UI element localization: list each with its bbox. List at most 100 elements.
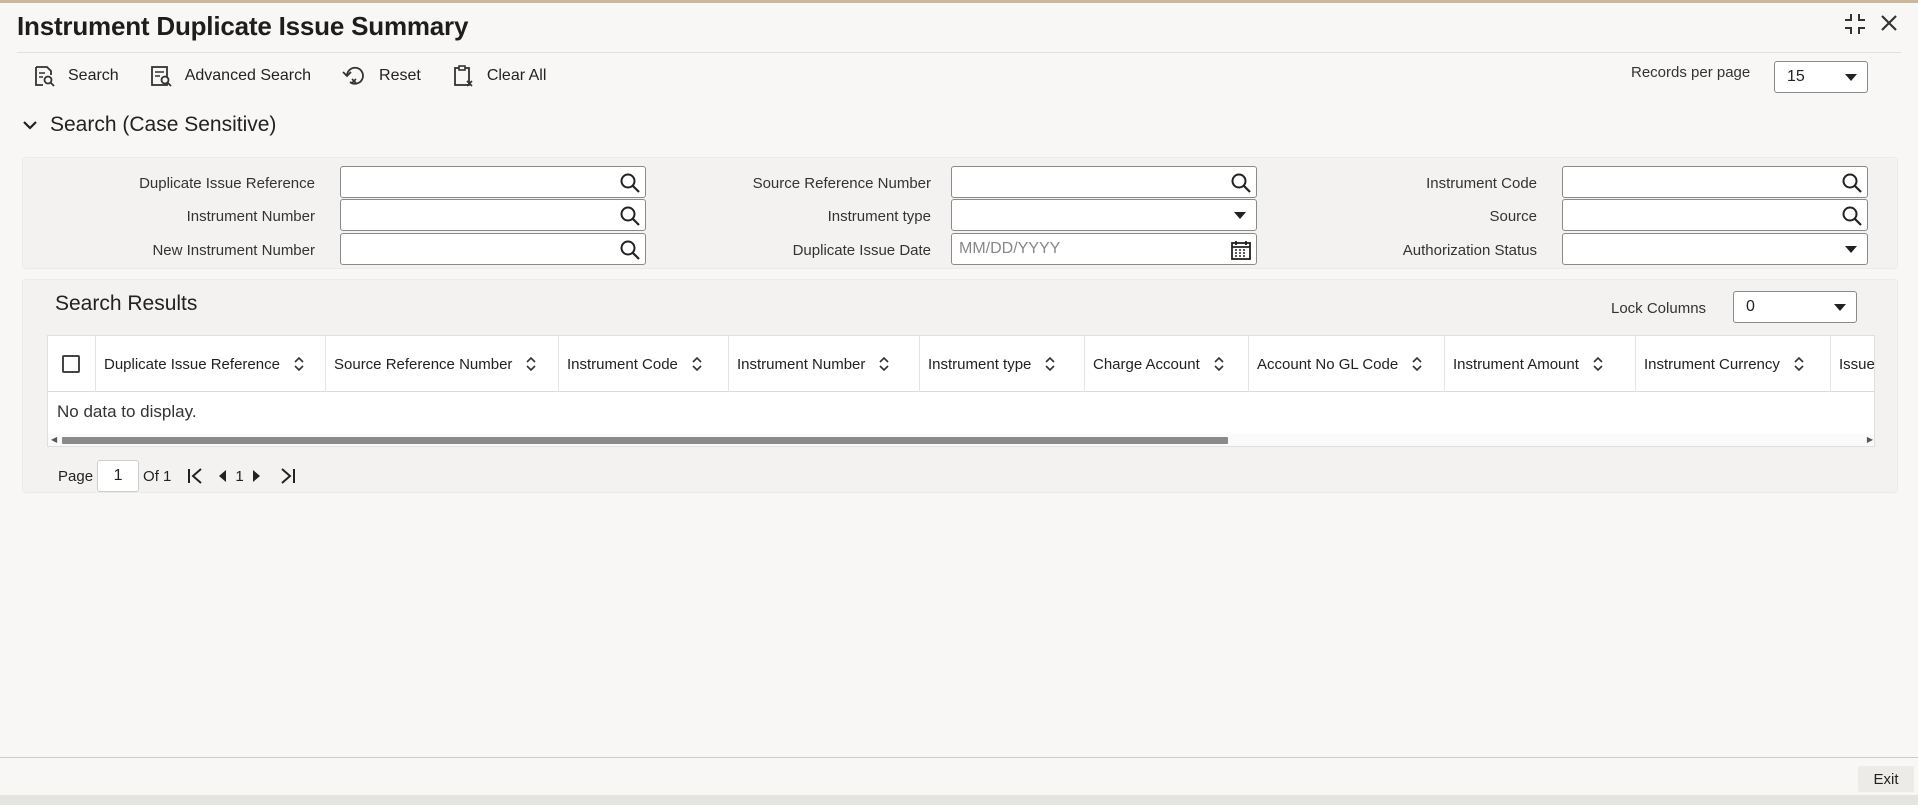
sort-icon[interactable]: [526, 357, 536, 371]
duplicate-issue-date-placeholder: MM/DD/YYYY: [959, 240, 1061, 257]
footer-divider: [0, 757, 1918, 758]
lock-columns-label: Lock Columns: [1611, 300, 1707, 317]
duplicate-issue-reference-field[interactable]: [340, 166, 646, 198]
column-label: Issue: [1839, 355, 1875, 373]
calendar-icon[interactable]: [1230, 239, 1252, 266]
column-header[interactable]: Instrument type: [920, 336, 1085, 392]
search-results-title: Search Results: [55, 292, 198, 315]
instrument-type-select[interactable]: [951, 199, 1257, 231]
sort-icon[interactable]: [1045, 357, 1055, 371]
instrument-type-label: Instrument type: [827, 208, 931, 225]
chevron-down-icon: [1834, 304, 1846, 311]
current-page-number: 1: [235, 467, 244, 485]
empty-results-message: No data to display.: [57, 402, 197, 421]
search-icon[interactable]: [1230, 172, 1252, 199]
advanced-search-button-label: Advanced Search: [184, 67, 312, 84]
duplicate-issue-date-field[interactable]: MM/DD/YYYY: [951, 233, 1257, 265]
page-label: Page: [58, 467, 94, 485]
exit-button[interactable]: Exit: [1858, 766, 1914, 792]
source-label: Source: [1489, 208, 1537, 225]
previous-page-icon[interactable]: [217, 469, 229, 483]
column-header[interactable]: Instrument Number: [729, 336, 920, 392]
scroll-left-icon[interactable]: ◀: [51, 435, 57, 444]
search-section-toggle[interactable]: Search (Case Sensitive): [22, 113, 276, 137]
column-label: Duplicate Issue Reference: [104, 355, 280, 373]
minimize-window-icon[interactable]: [1842, 11, 1868, 43]
search-section-title: Search (Case Sensitive): [50, 113, 277, 136]
sort-icon[interactable]: [1214, 357, 1224, 371]
page-number-input[interactable]: 1: [97, 460, 140, 492]
reset-button[interactable]: Reset: [341, 63, 421, 89]
instrument-number-label: Instrument Number: [186, 208, 315, 225]
instrument-code-label: Instrument Code: [1426, 175, 1537, 192]
column-label: Account No GL Code: [1257, 355, 1399, 373]
new-instrument-number-label: New Instrument Number: [152, 242, 315, 259]
search-document-icon: [35, 66, 55, 87]
instrument-code-field[interactable]: [1562, 166, 1868, 198]
lock-columns-value: 0: [1746, 298, 1755, 315]
chevron-down-icon: [1845, 74, 1857, 81]
authorization-status-select[interactable]: [1562, 233, 1868, 265]
column-header[interactable]: Instrument Currency: [1636, 336, 1831, 392]
search-icon[interactable]: [619, 172, 641, 199]
records-per-page-value: 15: [1787, 68, 1805, 85]
page-number-value: 1: [113, 467, 123, 484]
select-all-column: [48, 336, 96, 392]
sort-icon[interactable]: [1593, 357, 1603, 371]
summary-window: Instrument Duplicate Issue Summary Searc…: [0, 3, 1918, 795]
column-header[interactable]: Charge Account: [1085, 336, 1249, 392]
duplicate-issue-date-label: Duplicate Issue Date: [792, 242, 931, 259]
lock-columns-select[interactable]: 0: [1733, 291, 1857, 323]
select-all-checkbox[interactable]: [62, 355, 80, 373]
search-icon[interactable]: [619, 205, 641, 232]
sort-icon[interactable]: [1794, 357, 1804, 371]
column-header[interactable]: Instrument Code: [559, 336, 729, 392]
sort-icon[interactable]: [879, 357, 889, 371]
chevron-down-icon: [23, 121, 37, 130]
column-header[interactable]: Issue: [1831, 336, 1875, 392]
search-button-label: Search: [68, 67, 119, 84]
records-per-page-select[interactable]: 15: [1774, 61, 1868, 93]
title-divider: [17, 52, 1901, 53]
new-instrument-number-field[interactable]: [340, 233, 646, 265]
sort-icon[interactable]: [294, 357, 304, 371]
source-field[interactable]: [1562, 199, 1868, 231]
horizontal-scrollbar[interactable]: ◀ ▶: [48, 434, 1874, 446]
search-icon[interactable]: [1841, 205, 1863, 232]
first-page-icon[interactable]: [185, 467, 207, 485]
search-icon[interactable]: [619, 239, 641, 266]
column-label: Source Reference Number: [334, 355, 513, 373]
close-icon[interactable]: [1877, 11, 1901, 41]
column-label: Instrument Number: [737, 355, 866, 373]
column-header[interactable]: Instrument Amount: [1445, 336, 1636, 392]
clear-all-button[interactable]: Clear All: [451, 63, 547, 89]
column-label: Instrument Amount: [1453, 355, 1579, 373]
reset-icon: [342, 66, 364, 85]
sort-icon[interactable]: [692, 357, 702, 371]
column-label: Instrument type: [928, 355, 1032, 373]
page-title: Instrument Duplicate Issue Summary: [17, 11, 469, 41]
last-page-icon[interactable]: [276, 467, 298, 485]
advanced-search-button[interactable]: Advanced Search: [149, 63, 311, 89]
grid-header: Duplicate Issue Reference Source Referen…: [48, 336, 1875, 392]
source-reference-number-field[interactable]: [951, 166, 1257, 198]
sort-icon[interactable]: [1412, 357, 1422, 371]
page-navigation: 1: [185, 467, 297, 485]
column-header[interactable]: Account No GL Code: [1249, 336, 1445, 392]
column-header[interactable]: Duplicate Issue Reference: [96, 336, 326, 392]
scroll-right-icon[interactable]: ▶: [1867, 435, 1873, 444]
search-icon[interactable]: [1841, 172, 1863, 199]
column-header[interactable]: Source Reference Number: [326, 336, 559, 392]
column-label: Instrument Currency: [1644, 355, 1780, 373]
results-grid: Duplicate Issue Reference Source Referen…: [47, 335, 1875, 447]
search-button[interactable]: Search: [32, 63, 119, 89]
next-page-icon[interactable]: [250, 469, 262, 483]
reset-button-label: Reset: [379, 67, 421, 84]
page-count-label: Of 1: [143, 467, 172, 485]
records-per-page-label: Records per page: [1631, 64, 1751, 81]
scrollbar-thumb[interactable]: [62, 437, 1228, 444]
instrument-number-field[interactable]: [340, 199, 646, 231]
source-reference-number-label: Source Reference Number: [752, 175, 931, 192]
clear-all-button-label: Clear All: [486, 67, 547, 84]
pagination: Page 1 Of 1 1: [58, 460, 298, 492]
